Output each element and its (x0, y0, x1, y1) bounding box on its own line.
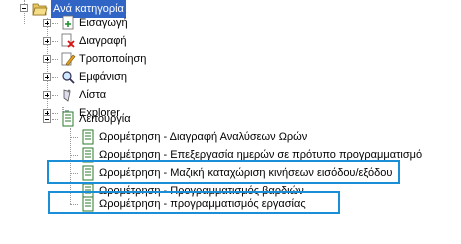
document-icon (82, 129, 94, 145)
tree-connector (52, 95, 58, 96)
tree-child-label: Ωρομέτρηση - Διαγραφή Αναλύσεων Ωρών (99, 131, 308, 143)
insert-icon (62, 15, 74, 30)
tree-item-label: Εμφάνιση (79, 71, 128, 83)
tree-item-label: Λειτουργία (79, 113, 131, 125)
tree-connector (52, 59, 58, 60)
tree-item-list[interactable]: Λίστα (0, 86, 461, 104)
tree-item-label: Διαγραφή (79, 35, 127, 47)
collapse-toggle[interactable] (20, 4, 28, 12)
tree-item-label: Λίστα (79, 89, 107, 101)
expand-toggle[interactable] (43, 19, 51, 27)
view-icon (62, 71, 75, 84)
tree-connector (70, 137, 78, 138)
tree-connector (52, 23, 58, 24)
expand-toggle[interactable] (43, 73, 51, 81)
expand-toggle[interactable] (43, 55, 51, 63)
tree-connector (70, 155, 78, 156)
edit-icon (61, 52, 76, 66)
expand-toggle[interactable] (43, 91, 51, 99)
tree-item-delete[interactable]: Διαγραφή (0, 32, 461, 50)
tree-item-label: Τροποποίηση (79, 53, 147, 65)
tree-connector (52, 119, 58, 120)
highlight-box (48, 191, 340, 214)
tree-connector (52, 41, 58, 42)
collapse-toggle[interactable] (43, 115, 51, 123)
tree-child-item[interactable]: Ωρομέτρηση - Διαγραφή Αναλύσεων Ωρών (0, 128, 461, 146)
delete-icon (61, 33, 75, 48)
list-icon (63, 89, 71, 102)
tree-item-label: Εισαγωγή (79, 17, 128, 29)
tree-item-insert[interactable]: Εισαγωγή (0, 14, 461, 32)
highlight-box (47, 160, 400, 184)
tree-item-function[interactable]: Λειτουργία (0, 110, 461, 128)
document-icon (62, 111, 74, 127)
tree-item-edit[interactable]: Τροποποίηση (0, 50, 461, 68)
expand-toggle[interactable] (43, 37, 51, 45)
tree-connector (52, 77, 58, 78)
tree-item-view[interactable]: Εμφάνιση (0, 68, 461, 86)
